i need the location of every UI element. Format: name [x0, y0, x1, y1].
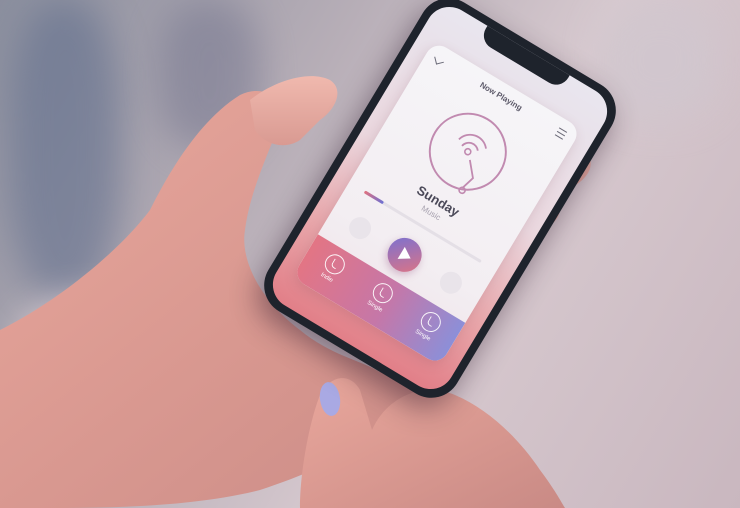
mode-item[interactable]: Single [404, 303, 453, 348]
next-button[interactable] [435, 267, 467, 298]
play-button[interactable] [381, 231, 428, 279]
left-thumb [250, 76, 338, 146]
photo-scene: Now Playing Sunday Music Indie Single Si… [0, 0, 740, 508]
previous-button[interactable] [344, 213, 376, 244]
progress-fill [363, 190, 384, 205]
mode-item[interactable]: Single [356, 274, 405, 319]
mode-item[interactable]: Indie [308, 245, 357, 290]
play-icon [397, 246, 415, 265]
